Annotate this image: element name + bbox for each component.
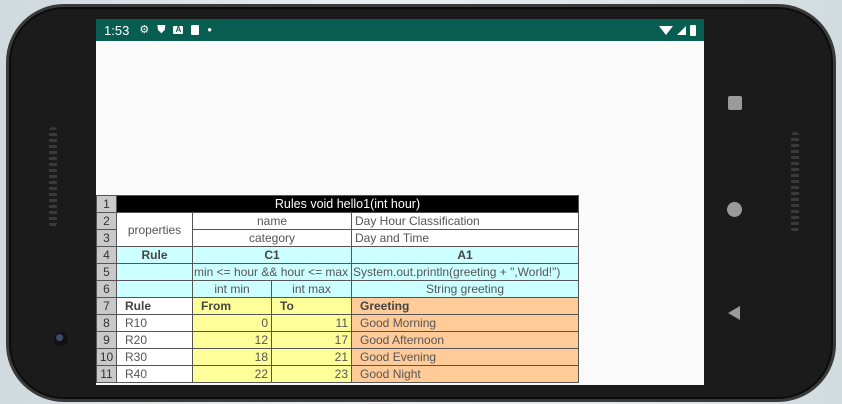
row-number: 5 (96, 263, 117, 281)
wifi-icon (659, 25, 673, 35)
speaker-grille-right (791, 132, 799, 232)
table-row: 7 Rule From To Greeting (96, 297, 579, 315)
sim-icon (191, 25, 200, 35)
row-number: 2 (96, 212, 117, 230)
front-camera (54, 332, 68, 346)
rules-table: 1 Rules void hello1(int hour) 2 properti… (96, 195, 579, 383)
column-header-greeting[interactable]: Greeting (351, 297, 579, 315)
properties-label[interactable]: properties (116, 212, 193, 247)
row-number: 1 (96, 195, 117, 213)
table-row: 11 R40 22 23 Good Night (96, 365, 579, 383)
table-row: 5 min <= hour && hour <= max System.out.… (96, 263, 579, 281)
to-cell[interactable]: 23 (271, 365, 352, 383)
rule-id-cell[interactable]: R30 (116, 348, 193, 366)
table-row: 1 Rules void hello1(int hour) (96, 195, 579, 213)
rule-id-cell[interactable]: R20 (116, 331, 193, 349)
row-number: 7 (96, 297, 117, 315)
shield-icon: ⛊ (157, 23, 166, 36)
screen: 1:53 ⚙ ⛊ A ● 1 Rules void hello1(int hou… (96, 19, 704, 385)
param-greeting[interactable]: String greeting (351, 280, 579, 298)
prop-name-value[interactable]: Day Hour Classification (351, 212, 579, 230)
gear-icon: ⚙ (139, 23, 150, 36)
row-number: 3 (96, 229, 117, 247)
rule-header-cell[interactable]: Rule (116, 246, 193, 264)
a-icon: A (173, 25, 184, 34)
table-row: 2 properties name Day Hour Classificatio… (96, 212, 579, 247)
condition-expression[interactable]: min <= hour && hour <= max (192, 263, 352, 281)
dot-icon: ● (207, 25, 213, 34)
status-bar: 1:53 ⚙ ⛊ A ● (96, 19, 704, 41)
row-number: 8 (96, 314, 117, 332)
status-time: 1:53 (104, 22, 130, 38)
table-title[interactable]: Rules void hello1(int hour) (116, 195, 579, 213)
to-cell[interactable]: 21 (271, 348, 352, 366)
to-cell[interactable]: 11 (271, 314, 352, 332)
empty-cell[interactable] (116, 280, 193, 298)
to-cell[interactable]: 17 (271, 331, 352, 349)
table-row: 6 int min int max String greeting (96, 280, 579, 298)
rule-id-cell[interactable]: R10 (116, 314, 193, 332)
condition-c1-header[interactable]: C1 (192, 246, 352, 264)
home-button[interactable] (727, 202, 742, 217)
row-number: 6 (96, 280, 117, 298)
signal-icon (677, 25, 686, 35)
table-row: 4 Rule C1 A1 (96, 246, 579, 264)
param-min[interactable]: int min (192, 280, 272, 298)
action-a1-header[interactable]: A1 (351, 246, 579, 264)
prop-category-key[interactable]: category (192, 229, 352, 247)
column-header-from[interactable]: From (192, 297, 272, 315)
from-cell[interactable]: 22 (192, 365, 272, 383)
greeting-cell[interactable]: Good Night (351, 365, 579, 383)
back-button[interactable] (728, 306, 740, 320)
speaker-grille-left (49, 127, 57, 227)
greeting-cell[interactable]: Good Afternoon (351, 331, 579, 349)
prop-name-key[interactable]: name (192, 212, 352, 230)
table-row: 9 R20 12 17 Good Afternoon (96, 331, 579, 349)
battery-icon (690, 24, 696, 36)
prop-category-value[interactable]: Day and Time (351, 229, 579, 247)
greeting-cell[interactable]: Good Morning (351, 314, 579, 332)
row-number: 9 (96, 331, 117, 349)
overview-button[interactable] (728, 96, 742, 110)
table-row: 8 R10 0 11 Good Morning (96, 314, 579, 332)
action-expression[interactable]: System.out.println(greeting + ",World!") (351, 263, 579, 281)
empty-cell[interactable] (116, 263, 193, 281)
row-number: 10 (96, 348, 117, 366)
greeting-cell[interactable]: Good Evening (351, 348, 579, 366)
column-header-to[interactable]: To (271, 297, 352, 315)
table-row: 10 R30 18 21 Good Evening (96, 348, 579, 366)
param-max[interactable]: int max (271, 280, 352, 298)
from-cell[interactable]: 12 (192, 331, 272, 349)
from-cell[interactable]: 0 (192, 314, 272, 332)
column-header-rule[interactable]: Rule (116, 297, 193, 315)
from-cell[interactable]: 18 (192, 348, 272, 366)
row-number: 4 (96, 246, 117, 264)
row-number: 11 (96, 365, 117, 383)
rule-id-cell[interactable]: R40 (116, 365, 193, 383)
